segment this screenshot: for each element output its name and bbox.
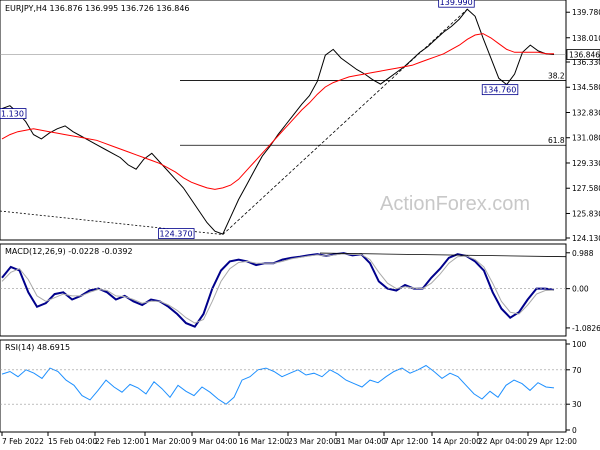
y-tick-label: 125.830: [572, 209, 600, 218]
x-tick-label: 15 Feb 04:00: [48, 437, 97, 446]
price-label: 134.760: [483, 86, 516, 95]
x-tick-label: 23 Mar 20:00: [288, 437, 338, 446]
y-tick-label: 0.988: [572, 249, 594, 258]
watermark: ActionForex.com: [380, 193, 530, 215]
series-line-1: [1, 33, 554, 190]
x-tick-label: 7 Feb 2022: [2, 437, 44, 446]
macd-pane: MACD(12,26,9) -0.0228 -0.0392 0.988 0.00 -…: [0, 243, 600, 337]
y-tick-label: 132.830: [572, 108, 600, 117]
x-tick-label: 22 Apr 04:00: [478, 437, 527, 446]
y-tick-label: 131.080: [572, 134, 600, 143]
rsi-series: [0, 364, 566, 405]
macd-pane-title: MACD(12,26,9) -0.0228 -0.0392: [5, 247, 133, 256]
price-axis: 139.780 138.010 136.330 134.580 132.830 131.0…: [566, 8, 600, 243]
x-tick-label: 14 Apr 20:00: [432, 437, 481, 446]
y-tick-label: 127.580: [572, 184, 600, 193]
y-tick-label: 70: [572, 366, 582, 375]
x-tick-label: 31 Mar 04:00: [336, 437, 386, 446]
y-tick-label: 0: [572, 426, 577, 435]
x-tick-label: 1 Mar 20:00: [145, 437, 191, 446]
fib-label: 38.2: [548, 71, 565, 80]
price-label: 1.130: [1, 110, 24, 119]
macd-axis: 0.988 0.00 -1.0826: [566, 249, 600, 333]
y-tick-label: 136.330: [572, 58, 600, 67]
time-axis: 7 Feb 2022 15 Feb 04:0022 Feb 12:00 1 Mar …: [1, 432, 577, 446]
rsi-pane-title: RSI(14) 48.6915: [5, 343, 70, 352]
y-tick-label: 134.580: [572, 83, 600, 92]
y-tick-label: 138.010: [572, 34, 600, 43]
x-tick-label: 9 Mar 04:00: [192, 437, 238, 446]
y-tick-label: 124.130: [572, 234, 600, 243]
y-tick-label: 0.00: [572, 285, 589, 294]
fib-label: 61.8: [548, 136, 565, 145]
price-label: 139.990: [440, 0, 473, 7]
price-pane-title: EURJPY,H4 136.876 136.995 136.726 136.84…: [5, 4, 190, 13]
y-tick-label: 139.780: [572, 8, 600, 17]
x-tick-label: 7 Apr 12:00: [384, 437, 428, 446]
y-tick-label: 100: [572, 340, 587, 349]
y-tick-label: -1.0826: [572, 324, 600, 333]
rsi-axis: 100 70 30 0: [566, 340, 587, 435]
y-tick-label: 129.330: [572, 159, 600, 168]
x-tick-label: 22 Feb 12:00: [95, 437, 144, 446]
series-line-0: [1, 364, 555, 405]
x-tick-label: 29 Apr 12:00: [528, 437, 577, 446]
x-tick-label: 16 Mar 12:00: [239, 437, 289, 446]
series-line-0: [1, 252, 555, 328]
rsi-pane: RSI(14) 48.6915 100 70 30 0: [0, 339, 587, 435]
chart-canvas: EURJPY,H4 136.876 136.995 136.726 136.84…: [0, 0, 600, 446]
price-pane: EURJPY,H4 136.876 136.995 136.726 136.84…: [0, 0, 600, 243]
price-label: 124.370: [159, 230, 192, 239]
y-tick-label: 30: [572, 400, 582, 409]
macd-series: [0, 252, 567, 328]
